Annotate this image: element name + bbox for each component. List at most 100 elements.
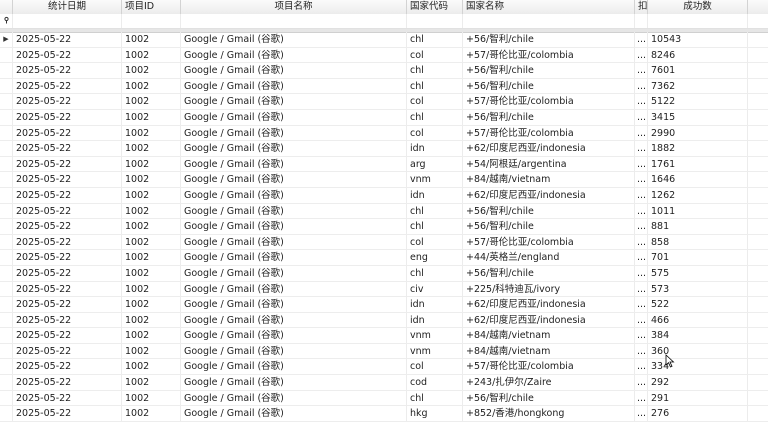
cell-country-code[interactable]: chl <box>407 265 463 281</box>
table-row[interactable]: 2025-05-22 1002 Google / Gmail (谷歌) chl +56/… <box>0 203 768 220</box>
cell-project-id[interactable]: 1002 <box>122 328 181 344</box>
cell-country-code[interactable]: chl <box>407 219 463 235</box>
cell-success-count[interactable]: 573 <box>648 281 748 297</box>
cell-country-code[interactable]: chl <box>407 32 463 47</box>
cell-narrow[interactable]: ... <box>635 234 648 250</box>
cell-date[interactable]: 2025-05-22 <box>13 125 122 141</box>
cell-success-count[interactable]: 701 <box>648 250 748 266</box>
cell-narrow[interactable]: ... <box>635 109 648 125</box>
cell-project-name[interactable]: Google / Gmail (谷歌) <box>181 406 407 422</box>
row-indicator[interactable] <box>0 234 13 250</box>
cell-project-name[interactable]: Google / Gmail (谷歌) <box>181 78 407 94</box>
cell-narrow[interactable]: ... <box>635 312 648 328</box>
cell-date[interactable]: 2025-05-22 <box>13 203 122 219</box>
cell-date[interactable]: 2025-05-22 <box>13 47 122 63</box>
row-indicator[interactable] <box>0 250 13 266</box>
cell-narrow[interactable]: ... <box>635 328 648 344</box>
cell-project-name[interactable]: Google / Gmail (谷歌) <box>181 375 407 391</box>
cell-project-name[interactable]: Google / Gmail (谷歌) <box>181 250 407 266</box>
cell-project-name[interactable]: Google / Gmail (谷歌) <box>181 343 407 359</box>
cell-country-code[interactable]: col <box>407 47 463 63</box>
cell-project-name[interactable]: Google / Gmail (谷歌) <box>181 47 407 63</box>
cell-narrow[interactable]: ... <box>635 187 648 203</box>
cell-narrow[interactable]: ... <box>635 203 648 219</box>
cell-project-name[interactable]: Google / Gmail (谷歌) <box>181 156 407 172</box>
cell-narrow[interactable]: ... <box>635 265 648 281</box>
column-header-country-code[interactable]: 国家代码 <box>407 0 463 14</box>
row-indicator[interactable] <box>0 125 13 141</box>
cell-narrow[interactable]: ... <box>635 250 648 266</box>
cell-project-id[interactable]: 1002 <box>122 406 181 422</box>
row-indicator[interactable] <box>0 109 13 125</box>
cell-country-code[interactable]: civ <box>407 281 463 297</box>
cell-country-name[interactable]: +62/印度尼西亚/indonesia <box>463 297 635 313</box>
cell-country-name[interactable]: +56/智利/chile <box>463 390 635 406</box>
cell-country-code[interactable]: col <box>407 94 463 110</box>
cell-country-code[interactable]: arg <box>407 156 463 172</box>
cell-country-code[interactable]: chl <box>407 203 463 219</box>
column-header-success-count[interactable]: 成功数 <box>648 0 748 14</box>
cell-narrow[interactable]: ... <box>635 172 648 188</box>
cell-country-code[interactable]: col <box>407 359 463 375</box>
cell-country-name[interactable]: +56/智利/chile <box>463 109 635 125</box>
cell-date[interactable]: 2025-05-22 <box>13 250 122 266</box>
cell-project-id[interactable]: 1002 <box>122 250 181 266</box>
filter-pin-icon[interactable] <box>0 14 13 28</box>
table-row[interactable]: 2025-05-22 1002 Google / Gmail (谷歌) civ +225… <box>0 281 768 298</box>
row-indicator[interactable] <box>0 343 13 359</box>
cell-success-count[interactable]: 575 <box>648 265 748 281</box>
cell-project-id[interactable]: 1002 <box>122 78 181 94</box>
cell-date[interactable]: 2025-05-22 <box>13 172 122 188</box>
cell-country-name[interactable]: +84/越南/vietnam <box>463 172 635 188</box>
table-row[interactable]: 2025-05-22 1002 Google / Gmail (谷歌) idn +62/… <box>0 312 768 329</box>
row-indicator[interactable] <box>0 94 13 110</box>
cell-project-id[interactable]: 1002 <box>122 187 181 203</box>
cell-success-count[interactable]: 858 <box>648 234 748 250</box>
cell-project-id[interactable]: 1002 <box>122 47 181 63</box>
cell-success-count[interactable]: 881 <box>648 219 748 235</box>
cell-success-count[interactable]: 1761 <box>648 156 748 172</box>
cell-project-name[interactable]: Google / Gmail (谷歌) <box>181 312 407 328</box>
cell-project-id[interactable]: 1002 <box>122 234 181 250</box>
cell-project-name[interactable]: Google / Gmail (谷歌) <box>181 172 407 188</box>
row-indicator[interactable] <box>0 281 13 297</box>
row-indicator[interactable] <box>0 375 13 391</box>
row-indicator[interactable] <box>0 156 13 172</box>
cell-country-name[interactable]: +56/智利/chile <box>463 203 635 219</box>
table-row[interactable]: 2025-05-22 1002 Google / Gmail (谷歌) hkg +852… <box>0 406 768 422</box>
cell-date[interactable]: 2025-05-22 <box>13 219 122 235</box>
cell-country-name[interactable]: +56/智利/chile <box>463 63 635 79</box>
cell-country-name[interactable]: +54/阿根廷/argentina <box>463 156 635 172</box>
cell-project-id[interactable]: 1002 <box>122 125 181 141</box>
cell-narrow[interactable]: ... <box>635 343 648 359</box>
cell-project-name[interactable]: Google / Gmail (谷歌) <box>181 359 407 375</box>
cell-date[interactable]: 2025-05-22 <box>13 187 122 203</box>
cell-narrow[interactable]: ... <box>635 375 648 391</box>
cell-project-id[interactable]: 1002 <box>122 94 181 110</box>
cell-narrow[interactable]: ... <box>635 78 648 94</box>
row-indicator[interactable] <box>0 390 13 406</box>
cell-project-name[interactable]: Google / Gmail (谷歌) <box>181 125 407 141</box>
column-header-project-id[interactable]: 项目ID <box>122 0 181 14</box>
cell-project-name[interactable]: Google / Gmail (谷歌) <box>181 265 407 281</box>
table-row[interactable]: 2025-05-22 1002 Google / Gmail (谷歌) vnm +84/… <box>0 328 768 344</box>
cell-project-id[interactable]: 1002 <box>122 172 181 188</box>
cell-date[interactable]: 2025-05-22 <box>13 328 122 344</box>
cell-country-name[interactable]: +57/哥伦比亚/colombia <box>463 94 635 110</box>
cell-date[interactable]: 2025-05-22 <box>13 312 122 328</box>
data-grid[interactable]: 统计日期 项目ID 项目名称 国家代码 国家名称 扣 成功数 ▶ 2025-05-… <box>0 0 768 427</box>
filter-cell-country-code[interactable] <box>407 14 463 28</box>
cell-project-id[interactable]: 1002 <box>122 219 181 235</box>
cell-project-name[interactable]: Google / Gmail (谷歌) <box>181 281 407 297</box>
row-indicator[interactable] <box>0 406 13 422</box>
cell-project-id[interactable]: 1002 <box>122 109 181 125</box>
cell-country-code[interactable]: eng <box>407 250 463 266</box>
cell-project-name[interactable]: Google / Gmail (谷歌) <box>181 297 407 313</box>
cell-project-id[interactable]: 1002 <box>122 156 181 172</box>
row-indicator[interactable] <box>0 219 13 235</box>
filter-cell-narrow[interactable] <box>635 14 648 28</box>
filter-cell-country-name[interactable] <box>463 14 635 28</box>
cell-country-name[interactable]: +84/越南/vietnam <box>463 328 635 344</box>
cell-narrow[interactable]: ... <box>635 219 648 235</box>
cell-date[interactable]: 2025-05-22 <box>13 32 122 47</box>
